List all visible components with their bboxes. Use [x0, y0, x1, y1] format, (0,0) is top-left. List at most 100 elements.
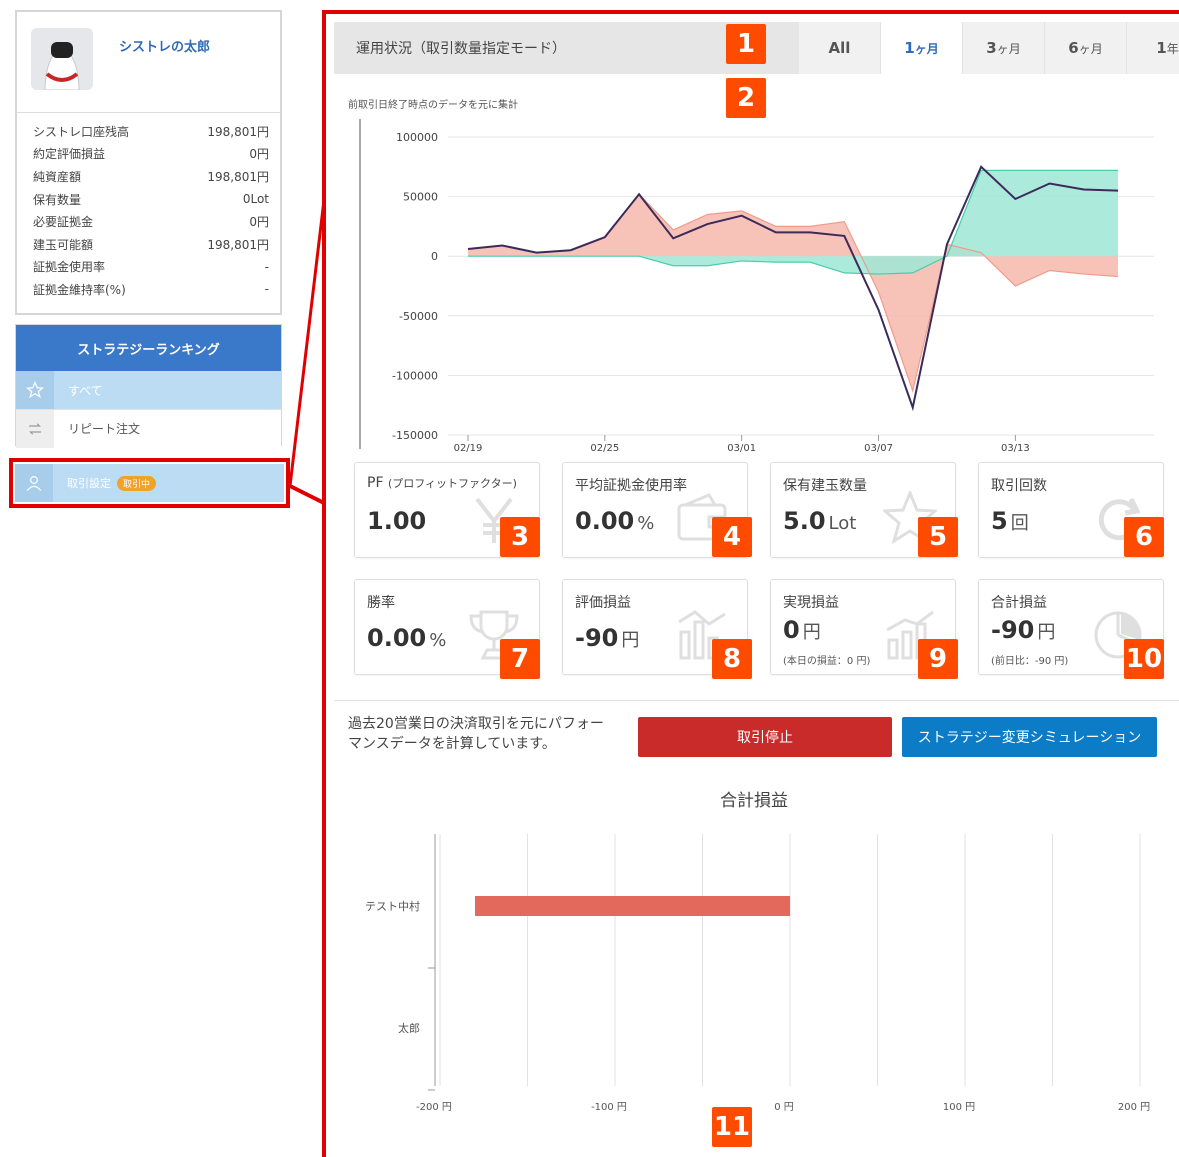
card-value-number: 1.00 [367, 507, 427, 535]
x-tick-label: 03/07 [864, 443, 893, 454]
card-title-text: 合計損益 [991, 595, 1047, 611]
tab-number: 1 [904, 39, 915, 57]
stat-row: シストレ口座残高 198,801円 [33, 120, 269, 143]
strategy-ranking-menu: ストラテジーランキング すべて リピート注文 [15, 324, 282, 448]
user-name[interactable]: シストレの太郎 [119, 36, 210, 55]
x-tick-label: -200 円 [416, 1102, 452, 1113]
card-title-text: PF [367, 475, 384, 491]
card-value: 0円 [783, 616, 821, 644]
sidebar-item-trade-settings[interactable]: 取引設定 取引中 [15, 464, 284, 502]
callout-badge-1: 1 [726, 24, 766, 64]
tab-3-months[interactable]: 3 ヶ月 [963, 22, 1045, 74]
account-stats: シストレ口座残高 198,801円 約定評価損益 0円 純資産額 198,801円 保… [33, 120, 269, 301]
stat-label: 証拠金維持率(%) [33, 282, 126, 297]
tab-1-year[interactable]: 1年 [1127, 22, 1179, 74]
tab-1-month[interactable]: 1 ヶ月 [881, 22, 963, 74]
card-title-text: 勝率 [367, 595, 395, 611]
sidebar-item-all[interactable]: すべて [16, 371, 281, 409]
tab-unit: ヶ月 [914, 41, 939, 56]
y-tick-label: 0 [431, 250, 438, 263]
card-title-note: (プロフィットファクター) [387, 477, 517, 490]
callout-badge-4: 4 [712, 517, 752, 557]
card-title-text: 平均証拠金使用率 [575, 478, 687, 494]
callout-badge-7: 7 [500, 639, 540, 679]
tab-number: 3 [986, 39, 997, 57]
callout-badge-10: 10 [1124, 639, 1164, 679]
period-tabs: All 1 ヶ月 3 ヶ月 6 ヶ月 1年 [799, 22, 1179, 74]
card-value: 5.0 Lot [783, 507, 856, 535]
card-value: 0.00% [575, 507, 654, 535]
callout-badge-11: 11 [712, 1107, 752, 1147]
y-tick-label: -50000 [399, 310, 438, 323]
tab-6-months[interactable]: 6 ヶ月 [1045, 22, 1127, 74]
card-title-text: 評価損益 [575, 595, 631, 611]
card-title: 保有建玉数量 [783, 475, 867, 495]
card-title: 勝率 [367, 592, 395, 612]
card-value-number: -90 [575, 624, 619, 652]
card-value: -90 円 [575, 624, 639, 652]
stat-row: 証拠金維持率(%) - [33, 278, 269, 301]
stat-value: 0円 [249, 215, 269, 230]
stat-value: - [264, 282, 269, 297]
card-value-unit: % [429, 630, 447, 651]
stat-label: 約定評価損益 [33, 147, 106, 162]
card-value-number: 0.00 [367, 624, 427, 652]
tab-unit: ヶ月 [1078, 41, 1103, 56]
card-value-number: 5.0 [783, 507, 826, 535]
callout-badge-3: 3 [500, 517, 540, 557]
stat-value: - [264, 259, 269, 274]
tab-unit: ヶ月 [996, 41, 1021, 56]
star-icon [16, 371, 54, 409]
card-title: 取引回数 [991, 475, 1047, 495]
x-tick-label: 02/25 [590, 443, 619, 454]
card-value-unit: 円 [1037, 622, 1056, 643]
trade-settings-highlight: 取引設定 取引中 [9, 458, 290, 508]
stat-label: シストレ口座残高 [33, 124, 130, 139]
sidebar-item-label: すべて [68, 383, 103, 398]
trade-settings-label: 取引設定 [67, 477, 111, 490]
divider [334, 700, 1179, 701]
pnl-line-chart: 100000 50000 0 -50000 -100000 -150000 02/19 02/… [359, 119, 1154, 454]
stat-value: 0Lot [242, 192, 269, 207]
tab-unit: 年 [1166, 41, 1179, 56]
train-avatar-icon [31, 28, 93, 90]
stat-row: 必要証拠金 0円 [33, 210, 269, 233]
sidebar-item-repeat-order[interactable]: リピート注文 [16, 409, 281, 448]
card-title-text: 取引回数 [991, 478, 1047, 494]
y-tick-label: 100000 [396, 131, 438, 144]
card-value: 1.00 [367, 507, 429, 535]
x-tick-label: 100 円 [943, 1102, 975, 1113]
ranking-header[interactable]: ストラテジーランキング [16, 325, 281, 371]
x-tick-label: 200 円 [1118, 1102, 1150, 1113]
y-tick-label: 50000 [403, 191, 438, 204]
y-tick-label: -150000 [392, 429, 438, 442]
category-label: 太郎 [398, 1021, 420, 1035]
x-tick-label: 0 円 [774, 1102, 794, 1113]
repeat-icon [16, 409, 54, 448]
divider [17, 112, 280, 113]
callout-badge-9: 9 [918, 639, 958, 679]
stat-row: 証拠金使用率 - [33, 256, 269, 279]
tab-label: All [828, 39, 851, 57]
stat-row: 保有数量 0Lot [33, 188, 269, 211]
stop-trading-button[interactable]: 取引停止 [638, 717, 892, 757]
card-value-unit: 円 [621, 630, 640, 651]
x-tick-label: -100 円 [591, 1102, 627, 1113]
card-value: 0.00% [367, 624, 446, 652]
card-title: 評価損益 [575, 592, 631, 612]
stat-value: 198,801円 [207, 124, 269, 139]
stat-label: 証拠金使用率 [33, 260, 106, 275]
callout-badge-6: 6 [1124, 517, 1164, 557]
callout-badge-2: 2 [726, 78, 766, 118]
stat-value: 198,801円 [207, 169, 269, 184]
performance-note: 過去20営業日の決済取引を元にパフォーマンスデータを計算しています。 [348, 716, 604, 752]
card-value-unit: 回 [1010, 513, 1029, 534]
card-title: PF (プロフィットファクター) [367, 475, 517, 491]
tab-number: 6 [1068, 39, 1079, 57]
x-tick-label: 03/13 [1001, 443, 1030, 454]
bar [475, 896, 790, 916]
tab-all[interactable]: All [799, 22, 881, 74]
strategy-simulation-button[interactable]: ストラテジー変更シミュレーション [902, 717, 1157, 757]
card-title-text: 保有建玉数量 [783, 478, 867, 494]
bar-chart-title: 合計損益 [720, 791, 788, 811]
